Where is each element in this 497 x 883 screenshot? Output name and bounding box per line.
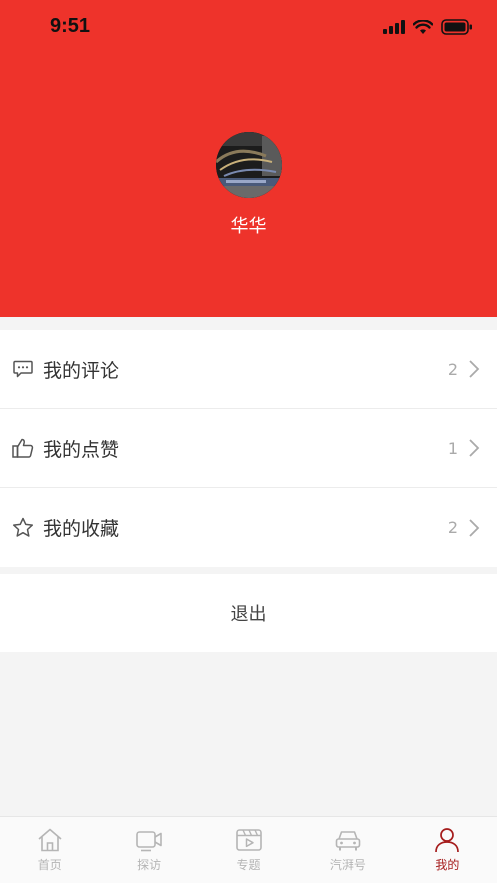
tab-label: 首页 — [37, 858, 62, 872]
tab-label: 汽湃号 — [329, 858, 366, 872]
tab-mine[interactable]: 我的 — [398, 817, 497, 883]
avatar-image — [216, 132, 282, 198]
status-time: 9:51 — [50, 15, 91, 37]
car-icon — [335, 831, 361, 851]
tab-home[interactable]: 首页 — [0, 817, 99, 883]
tab-label: 专题 — [236, 858, 261, 872]
wifi-icon — [413, 19, 433, 34]
comment-icon — [12, 358, 34, 380]
status-bar: 9:51 — [0, 0, 497, 54]
signal-icon — [383, 20, 405, 34]
profile-header: 9:51 华华 — [0, 0, 497, 317]
tab-label: 探访 — [137, 858, 162, 872]
profile-menu: 我的评论 2 我的点赞 1 我的收藏 2 — [0, 330, 497, 567]
menu-item-label: 我的点赞 — [43, 438, 120, 461]
menu-item-count: 2 — [447, 518, 458, 537]
home-icon — [38, 828, 62, 852]
menu-item-likes[interactable]: 我的点赞 1 — [0, 409, 497, 488]
username: 华华 — [230, 216, 267, 237]
logout-button[interactable]: 退出 — [0, 574, 497, 652]
film-board-icon — [235, 829, 262, 851]
video-camera-icon — [136, 831, 162, 852]
menu-item-count: 1 — [447, 438, 458, 458]
menu-item-favorites[interactable]: 我的收藏 2 — [0, 488, 497, 567]
status-icons — [383, 17, 473, 37]
tab-qipai[interactable]: 汽湃号 — [298, 817, 397, 883]
person-icon — [435, 828, 460, 853]
thumbs-up-icon — [12, 437, 34, 459]
avatar[interactable] — [216, 132, 282, 198]
chevron-right-icon — [469, 360, 480, 378]
menu-item-comments[interactable]: 我的评论 2 — [0, 330, 497, 409]
chevron-right-icon — [469, 439, 480, 457]
tab-explore[interactable]: 探访 — [99, 817, 198, 883]
menu-item-count: 2 — [447, 359, 458, 379]
star-icon — [12, 517, 34, 539]
tab-label: 我的 — [435, 858, 460, 872]
battery-icon — [441, 19, 472, 35]
menu-item-label: 我的收藏 — [43, 518, 120, 540]
menu-item-label: 我的评论 — [43, 359, 120, 382]
chevron-right-icon — [469, 518, 480, 537]
tab-bar: 首页 探访 专题 汽湃号 我的 — [0, 816, 497, 883]
tab-topics[interactable]: 专题 — [199, 817, 298, 883]
